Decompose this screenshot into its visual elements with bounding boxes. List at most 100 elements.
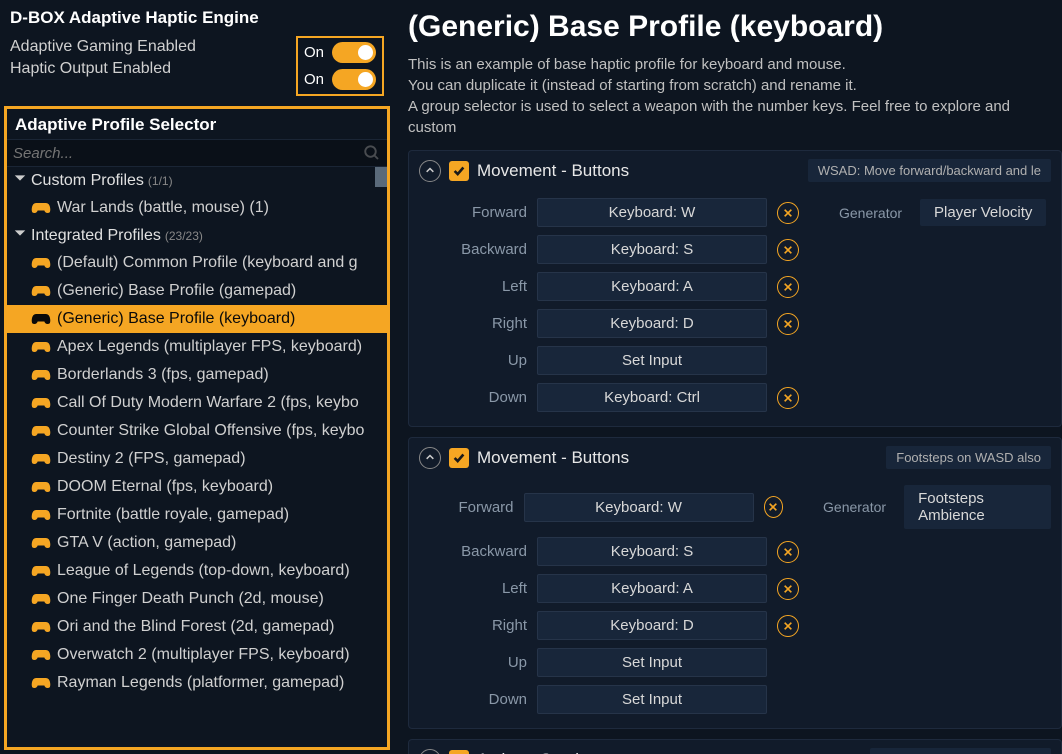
chevron-down-icon [13, 226, 27, 245]
collapse-button[interactable] [419, 160, 441, 182]
profile-label: Counter Strike Global Offensive (fps, ke… [57, 422, 364, 440]
section-note[interactable]: WSAD: Move forward/backward and le [808, 159, 1051, 182]
haptic-output-toggle[interactable] [332, 69, 376, 90]
toggles-highlight-box: On On [296, 36, 384, 96]
clear-binding-button[interactable] [777, 541, 799, 563]
binding-row: RightKeyboard: D [419, 305, 1051, 342]
profile-item[interactable]: Call Of Duty Modern Warfare 2 (fps, keyb… [7, 389, 387, 417]
binding-row: Left Keyboard: A [419, 570, 1051, 607]
generator-label: Generator [839, 205, 902, 221]
binding-input[interactable]: Keyboard: S [537, 235, 767, 264]
gamepad-icon [31, 564, 51, 578]
clear-binding-button[interactable] [777, 578, 799, 600]
binding-label: Up [419, 654, 527, 671]
section-enable-checkbox[interactable] [449, 750, 469, 754]
clear-binding-button[interactable] [777, 387, 799, 409]
clear-binding-button[interactable] [777, 313, 799, 335]
binding-input[interactable]: Set Input [537, 648, 767, 677]
profile-item[interactable]: (Generic) Base Profile (keyboard) [7, 305, 387, 333]
section-note[interactable]: SHIFT to increase footsteps [870, 748, 1051, 754]
gamepad-icon [31, 284, 51, 298]
gamepad-icon [31, 396, 51, 410]
profile-label: Ori and the Blind Forest (2d, gamepad) [57, 618, 334, 636]
profile-selector-panel: Adaptive Profile Selector Custom Profile… [4, 106, 390, 750]
selector-title: Adaptive Profile Selector [7, 109, 387, 139]
binding-input[interactable]: Keyboard: A [537, 574, 767, 603]
collapse-button[interactable] [419, 749, 441, 754]
binding-label: Left [419, 580, 527, 597]
group-custom-profiles[interactable]: Custom Profiles (1/1) [7, 167, 387, 194]
binding-input[interactable]: Keyboard: W [524, 493, 754, 522]
profile-item[interactable]: Fortnite (battle royale, gamepad) [7, 501, 387, 529]
binding-input[interactable]: Set Input [537, 685, 767, 714]
clear-binding-button[interactable] [777, 202, 799, 224]
header-section: D-BOX Adaptive Haptic Engine Adaptive Ga… [0, 0, 394, 100]
toggle-haptic-output: Haptic Output Enabled [10, 58, 296, 80]
gamepad-icon [31, 592, 51, 606]
binding-input[interactable]: Keyboard: D [537, 611, 767, 640]
profile-label: GTA V (action, gamepad) [57, 534, 236, 552]
binding-label: Backward [419, 543, 527, 560]
scrollbar-thumb[interactable] [375, 167, 387, 187]
gamepad-icon [31, 508, 51, 522]
binding-input[interactable]: Keyboard: A [537, 272, 767, 301]
binding-input[interactable]: Keyboard: W [537, 198, 767, 227]
profile-label: Rayman Legends (platformer, gamepad) [57, 674, 344, 692]
profile-item[interactable]: Ori and the Blind Forest (2d, gamepad) [7, 613, 387, 641]
adaptive-gaming-toggle[interactable] [332, 42, 376, 63]
binding-input[interactable]: Keyboard: S [537, 537, 767, 566]
profile-item[interactable]: DOOM Eternal (fps, keyboard) [7, 473, 387, 501]
profile-label: League of Legends (top-down, keyboard) [57, 562, 350, 580]
clear-binding-button[interactable] [777, 239, 799, 261]
profile-label: Fortnite (battle royale, gamepad) [57, 506, 289, 524]
binding-row: LeftKeyboard: A [419, 268, 1051, 305]
gamepad-icon [31, 620, 51, 634]
group-integrated-profiles[interactable]: Integrated Profiles (23/23) [7, 222, 387, 249]
profile-item[interactable]: Counter Strike Global Offensive (fps, ke… [7, 417, 387, 445]
profile-label: Borderlands 3 (fps, gamepad) [57, 366, 269, 384]
haptic-section: Movement - ButtonsFootsteps on WASD also… [408, 437, 1062, 729]
app-title: D-BOX Adaptive Haptic Engine [10, 8, 384, 28]
profile-item[interactable]: GTA V (action, gamepad) [7, 529, 387, 557]
binding-label: Right [419, 617, 527, 634]
section-title: Movement - Buttons [477, 161, 800, 181]
profile-item[interactable]: Destiny 2 (FPS, gamepad) [7, 445, 387, 473]
profile-item[interactable]: (Default) Common Profile (keyboard and g [7, 249, 387, 277]
clear-binding-button[interactable] [777, 276, 799, 298]
binding-input[interactable]: Keyboard: Ctrl [537, 383, 767, 412]
generator-value[interactable]: Player Velocity [920, 199, 1046, 226]
chevron-down-icon [13, 171, 27, 190]
search-input[interactable] [13, 145, 363, 162]
profile-item[interactable]: War Lands (battle, mouse) (1) [7, 194, 387, 222]
binding-input[interactable]: Keyboard: D [537, 309, 767, 338]
profile-item[interactable]: One Finger Death Punch (2d, mouse) [7, 585, 387, 613]
profile-description: This is an example of base haptic profil… [408, 54, 1062, 138]
gamepad-icon [31, 312, 51, 326]
profile-item[interactable]: (Generic) Base Profile (gamepad) [7, 277, 387, 305]
profile-tree[interactable]: Custom Profiles (1/1) War Lands (battle,… [7, 167, 387, 747]
profile-item[interactable]: Apex Legends (multiplayer FPS, keyboard) [7, 333, 387, 361]
profile-item[interactable]: League of Legends (top-down, keyboard) [7, 557, 387, 585]
clear-binding-button[interactable] [777, 615, 799, 637]
section-body: ForwardKeyboard: WGeneratorFootsteps Amb… [409, 477, 1061, 728]
section-enable-checkbox[interactable] [449, 161, 469, 181]
clear-binding-button[interactable] [764, 496, 784, 518]
collapse-button[interactable] [419, 447, 441, 469]
toggle-adaptive-gaming: Adaptive Gaming Enabled [10, 36, 296, 58]
section-note[interactable]: Footsteps on WASD also [886, 446, 1051, 469]
binding-label: Down [419, 691, 527, 708]
profile-item[interactable]: Overwatch 2 (multiplayer FPS, keyboard) [7, 641, 387, 669]
binding-label: Backward [419, 241, 527, 258]
section-enable-checkbox[interactable] [449, 448, 469, 468]
profile-item[interactable]: Borderlands 3 (fps, gamepad) [7, 361, 387, 389]
binding-row: Right Keyboard: D [419, 607, 1051, 644]
profile-item[interactable]: Rayman Legends (platformer, gamepad) [7, 669, 387, 697]
gamepad-icon [31, 676, 51, 690]
gamepad-icon [31, 536, 51, 550]
search-icon [363, 144, 381, 162]
gamepad-icon [31, 256, 51, 270]
generator-value[interactable]: Footsteps Ambience [904, 485, 1051, 529]
binding-label: Forward [419, 499, 514, 516]
binding-input[interactable]: Set Input [537, 346, 767, 375]
section-header: Movement - ButtonsFootsteps on WASD also [409, 438, 1061, 477]
